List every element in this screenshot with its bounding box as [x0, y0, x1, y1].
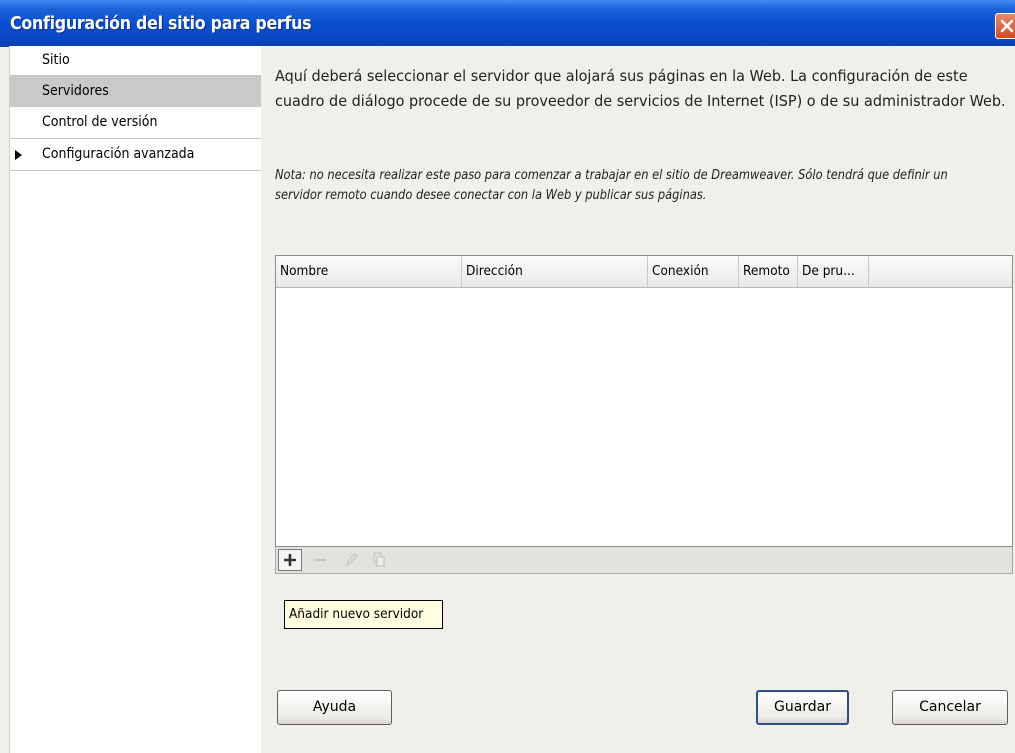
sidebar-item-label: Sitio	[42, 52, 70, 68]
title-bar[interactable]: Configuración del sitio para perfus	[0, 0, 1015, 47]
column-header-conexion[interactable]: Conexión	[648, 256, 739, 287]
help-button[interactable]: Ayuda	[277, 690, 392, 725]
remove-server-button[interactable]	[310, 549, 334, 571]
site-setup-dialog: Configuración del sitio para perfus Siti…	[0, 0, 1015, 753]
duplicate-server-button[interactable]	[368, 549, 392, 571]
save-button[interactable]: Guardar	[756, 690, 849, 725]
column-header-de-prueba[interactable]: De pru...	[798, 256, 869, 287]
servers-panel: Aquí deberá seleccionar el servidor que …	[261, 46, 1015, 753]
sidebar-item-sitio[interactable]: Sitio	[10, 46, 261, 76]
minus-icon	[315, 558, 326, 562]
sidebar-item-label: Servidores	[42, 83, 109, 99]
sidebar-item-control-de-version[interactable]: Control de versión	[10, 107, 261, 139]
column-header-nombre[interactable]: Nombre	[276, 256, 462, 287]
sidebar-item-servidores[interactable]: Servidores	[10, 76, 261, 107]
expand-arrow-icon[interactable]	[14, 150, 24, 160]
column-header-remoto[interactable]: Remoto	[739, 256, 798, 287]
servers-description: Aquí deberá seleccionar el servidor que …	[275, 67, 1006, 110]
tooltip: Añadir nuevo servidor	[284, 600, 444, 629]
plus-icon	[284, 554, 296, 566]
cancel-button[interactable]: Cancelar	[892, 690, 1008, 725]
window-title: Configuración del sitio para perfus	[10, 13, 312, 34]
add-server-button[interactable]	[278, 549, 302, 571]
servers-note: Nota: no necesita realizar este paso par…	[275, 168, 948, 203]
servers-table[interactable]: Nombre Dirección Conexión Remoto De pru.…	[275, 255, 1013, 547]
category-sidebar: Sitio Servidores Control de versión Conf…	[9, 46, 262, 753]
sidebar-item-label: Configuración avanzada	[42, 146, 195, 162]
close-button[interactable]	[995, 13, 1015, 39]
sidebar-item-configuracion-avanzada[interactable]: Configuración avanzada	[10, 139, 261, 171]
duplicate-icon	[373, 552, 385, 567]
column-header-direccion[interactable]: Dirección	[462, 256, 648, 287]
table-header: Nombre Dirección Conexión Remoto De pru.…	[276, 256, 1012, 288]
pencil-icon	[346, 553, 358, 567]
edit-server-button[interactable]	[340, 549, 364, 571]
tooltip-text: Añadir nuevo servidor	[289, 606, 424, 622]
table-body[interactable]	[276, 288, 1012, 546]
sidebar-item-label: Control de versión	[42, 114, 158, 130]
servers-toolbar	[275, 547, 1013, 574]
close-icon	[1000, 19, 1014, 33]
